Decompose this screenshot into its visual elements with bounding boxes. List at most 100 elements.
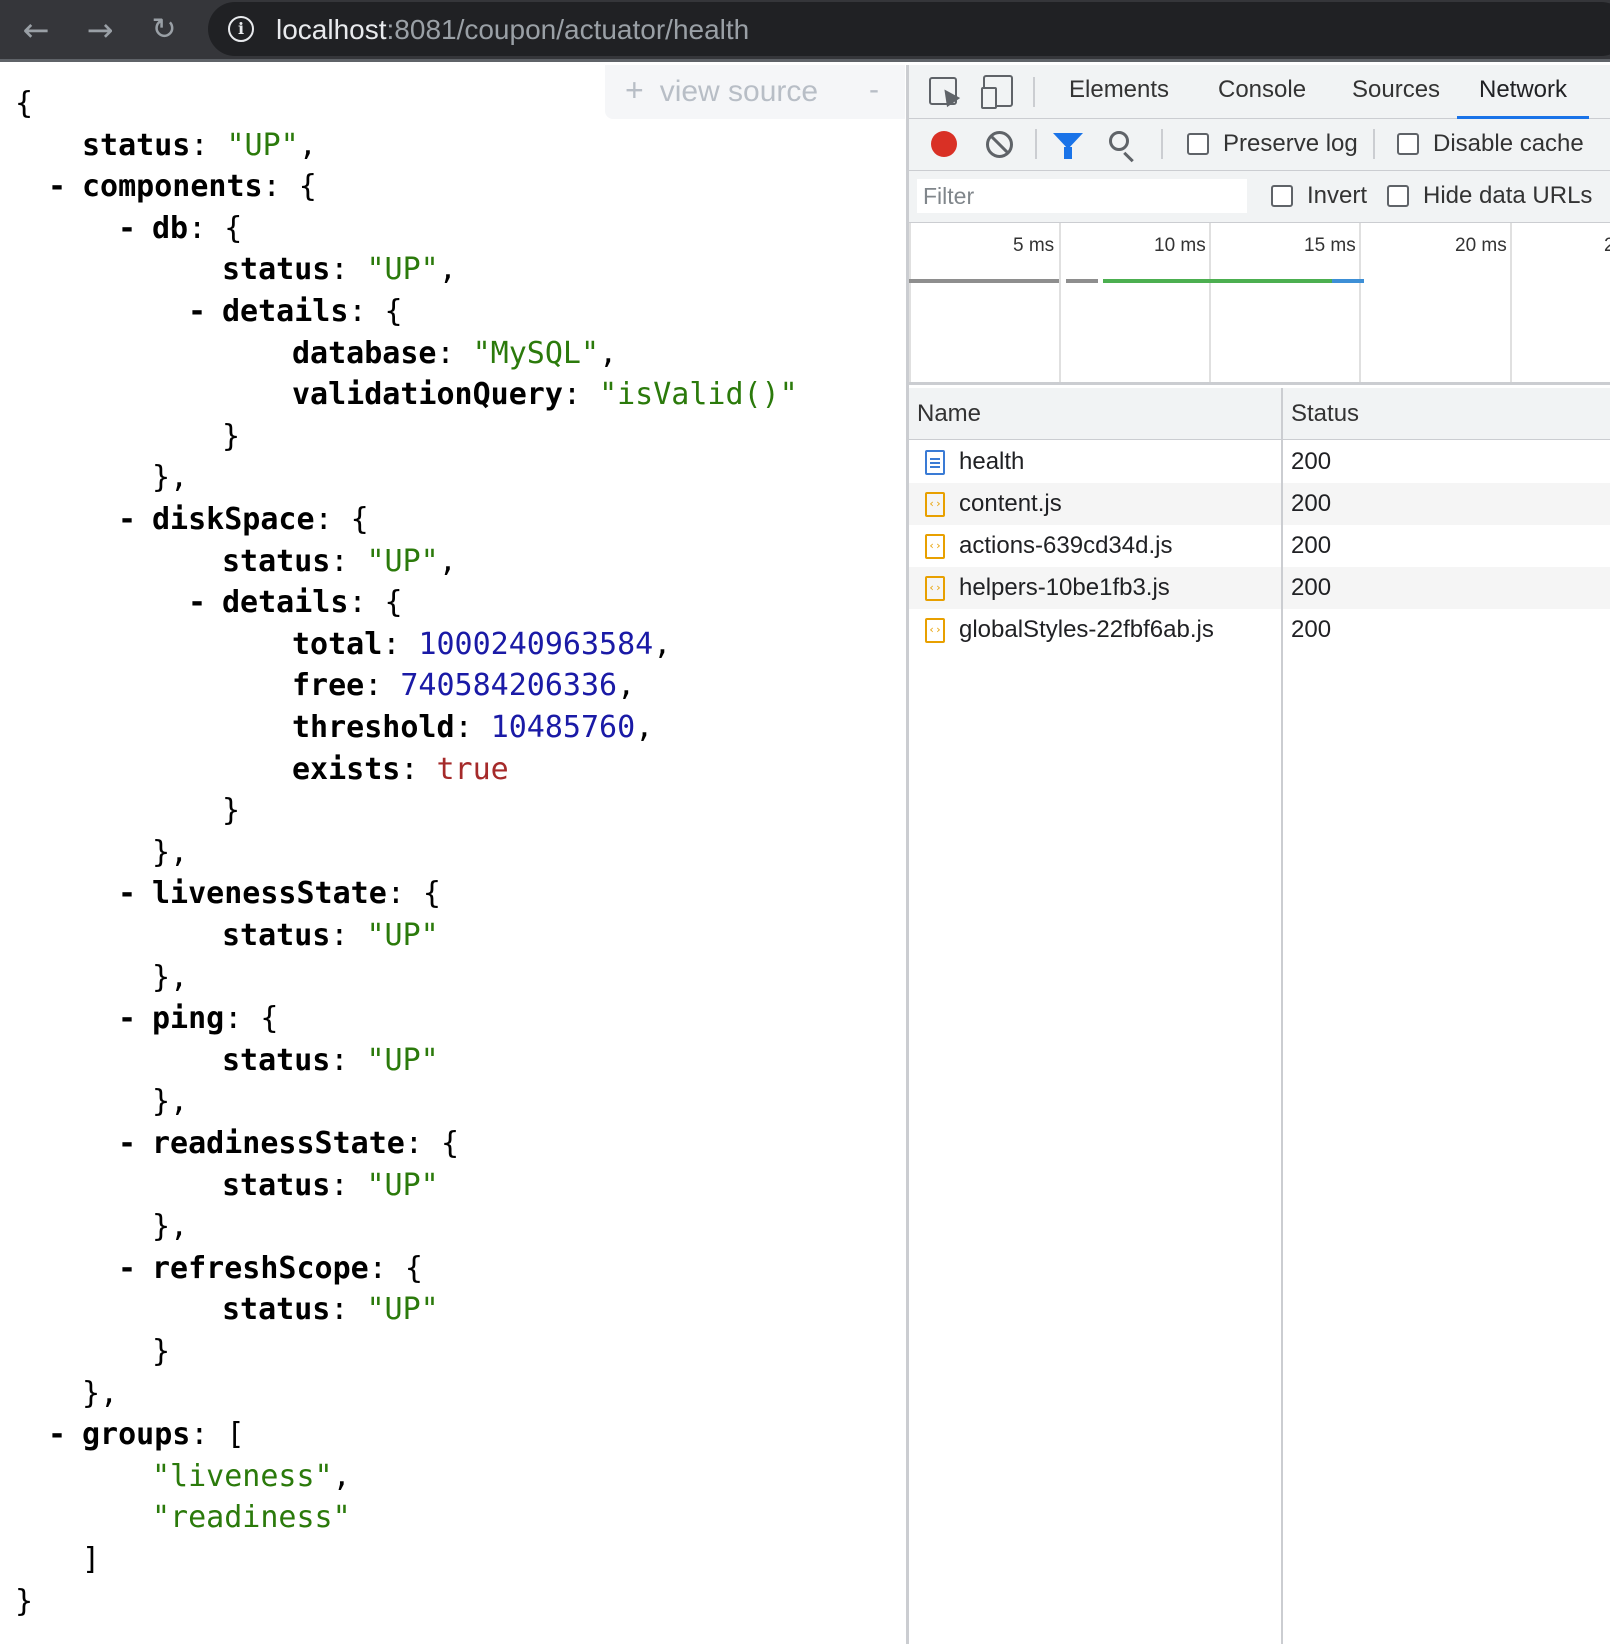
json-line: db: { — [152, 211, 242, 247]
script-file-icon: ‹› — [925, 618, 945, 643]
inspect-element-icon[interactable] — [929, 77, 957, 105]
json-line: }, — [152, 460, 188, 496]
forward-arrow-icon[interactable]: → — [78, 8, 122, 52]
json-line: groups: [ — [82, 1417, 245, 1453]
json-line: status: "UP", — [222, 252, 457, 288]
network-overview-timeline[interactable]: 5 ms 10 ms 15 ms 20 ms 2 — [909, 223, 1610, 385]
back-arrow-icon[interactable]: ← — [14, 8, 58, 52]
json-line: status: "UP", — [222, 544, 457, 580]
json-punctuation: , — [635, 710, 654, 745]
json-punctuation: : — [364, 668, 401, 704]
json-punctuation: : — [330, 543, 367, 579]
request-name[interactable]: content.js — [959, 483, 1062, 525]
tab-console[interactable]: Console — [1218, 65, 1306, 119]
disable-cache-checkbox[interactable] — [1397, 133, 1419, 155]
collapse-toggle[interactable]: - — [118, 1126, 136, 1162]
divider — [1373, 129, 1375, 159]
column-divider[interactable] — [1281, 388, 1283, 1644]
json-punctuation: : — [454, 710, 491, 745]
table-row[interactable]: health 200 — [909, 441, 1610, 483]
collapse-all-icon[interactable]: - — [869, 65, 879, 115]
hide-data-urls-checkbox[interactable] — [1387, 185, 1409, 207]
filter-icon[interactable] — [1053, 133, 1083, 159]
collapse-toggle[interactable]: - — [48, 169, 66, 205]
json-punctuation: }, — [152, 959, 189, 995]
json-number-value: 1000240963584 — [418, 626, 654, 662]
json-punctuation: : { — [348, 585, 403, 621]
json-key: status — [222, 543, 331, 579]
search-icon[interactable] — [1109, 131, 1129, 151]
json-punctuation: }, — [152, 1084, 189, 1120]
timeline-gridline — [1209, 223, 1211, 382]
timeline-tick-label: 20 ms — [1455, 235, 1507, 256]
json-line: details: { — [222, 585, 403, 621]
request-name[interactable]: actions-639cd34d.js — [959, 525, 1172, 567]
json-punctuation: , — [438, 252, 457, 288]
json-key: groups — [82, 1417, 191, 1453]
preserve-log-checkbox[interactable] — [1187, 133, 1209, 155]
json-string-value: "liveness" — [152, 1458, 333, 1494]
collapse-toggle[interactable]: - — [118, 876, 136, 912]
timeline-ttfb-bar — [1103, 279, 1332, 283]
expand-all-icon[interactable]: + — [625, 72, 644, 108]
timeline-gridline — [1510, 223, 1512, 382]
disable-cache-label[interactable]: Disable cache — [1433, 129, 1584, 159]
json-string-value: "UP" — [366, 252, 439, 288]
request-name[interactable]: helpers-10be1fb3.js — [959, 567, 1170, 609]
json-line: validationQuery: "isValid()" — [292, 377, 798, 413]
status-column-header[interactable]: Status — [1291, 388, 1359, 440]
address-bar[interactable]: i localhost:8081/coupon/actuator/health — [208, 2, 1610, 56]
json-string-value: "isValid()" — [599, 377, 798, 413]
json-line: status: "UP", — [82, 128, 317, 164]
url-host: localhost — [276, 14, 387, 45]
tab-network[interactable]: Network — [1456, 65, 1590, 119]
collapse-toggle[interactable]: - — [188, 585, 206, 621]
table-row[interactable]: ‹› helpers-10be1fb3.js 200 — [909, 567, 1610, 609]
json-punctuation: }, — [152, 834, 189, 870]
name-column-header[interactable]: Name — [917, 388, 981, 440]
collapse-toggle[interactable]: - — [118, 1251, 136, 1287]
invert-checkbox[interactable] — [1271, 185, 1293, 207]
json-key: status — [82, 127, 191, 163]
record-icon[interactable] — [931, 131, 957, 157]
json-line: status: "UP" — [222, 1168, 439, 1204]
invert-label[interactable]: Invert — [1307, 181, 1367, 211]
collapse-toggle[interactable]: - — [118, 502, 136, 538]
table-row[interactable]: ‹› globalStyles-22fbf6ab.js 200 — [909, 609, 1610, 651]
view-source-label[interactable]: view source — [660, 75, 818, 108]
json-line: status: "UP" — [222, 1043, 439, 1079]
view-source-toggle[interactable]: + view source - — [605, 65, 905, 119]
script-file-icon: ‹› — [925, 492, 945, 517]
json-key: status — [222, 252, 331, 288]
devtools-panel: Elements Console Sources Network Preserv… — [906, 65, 1610, 1644]
table-row[interactable]: ‹› content.js 200 — [909, 483, 1610, 525]
json-punctuation: : { — [348, 294, 403, 329]
json-punctuation: }, — [82, 1375, 119, 1411]
request-status: 200 — [1291, 616, 1332, 643]
json-key: details — [222, 294, 349, 329]
tab-sources[interactable]: Sources — [1352, 65, 1440, 119]
table-row[interactable]: ‹› actions-639cd34d.js 200 — [909, 525, 1610, 567]
reload-icon[interactable]: ↻ — [142, 8, 186, 52]
json-punctuation: : { — [188, 210, 243, 246]
timeline-queue-bar — [1066, 279, 1098, 283]
tab-elements[interactable]: Elements — [1069, 65, 1169, 119]
collapse-toggle[interactable]: - — [118, 211, 136, 247]
preserve-log-label[interactable]: Preserve log — [1223, 129, 1358, 159]
collapse-toggle[interactable]: - — [188, 294, 206, 330]
collapse-toggle[interactable]: - — [48, 1417, 66, 1453]
json-key: total — [292, 626, 383, 662]
url-text[interactable]: localhost:8081/coupon/actuator/health — [276, 14, 749, 46]
json-line: livenessState: { — [152, 876, 441, 912]
clear-icon[interactable] — [986, 131, 1013, 158]
json-line: } — [222, 793, 240, 829]
site-info-icon[interactable]: i — [228, 16, 254, 42]
collapse-toggle[interactable]: - — [118, 1001, 136, 1037]
json-string-value: "UP" — [366, 543, 439, 579]
request-name[interactable]: globalStyles-22fbf6ab.js — [959, 609, 1214, 651]
request-name[interactable]: health — [959, 441, 1024, 483]
filter-input[interactable] — [917, 179, 1247, 213]
device-toolbar-icon[interactable] — [981, 75, 1013, 109]
hide-data-urls-label[interactable]: Hide data URLs — [1423, 181, 1592, 211]
json-line: }, — [152, 1209, 188, 1245]
